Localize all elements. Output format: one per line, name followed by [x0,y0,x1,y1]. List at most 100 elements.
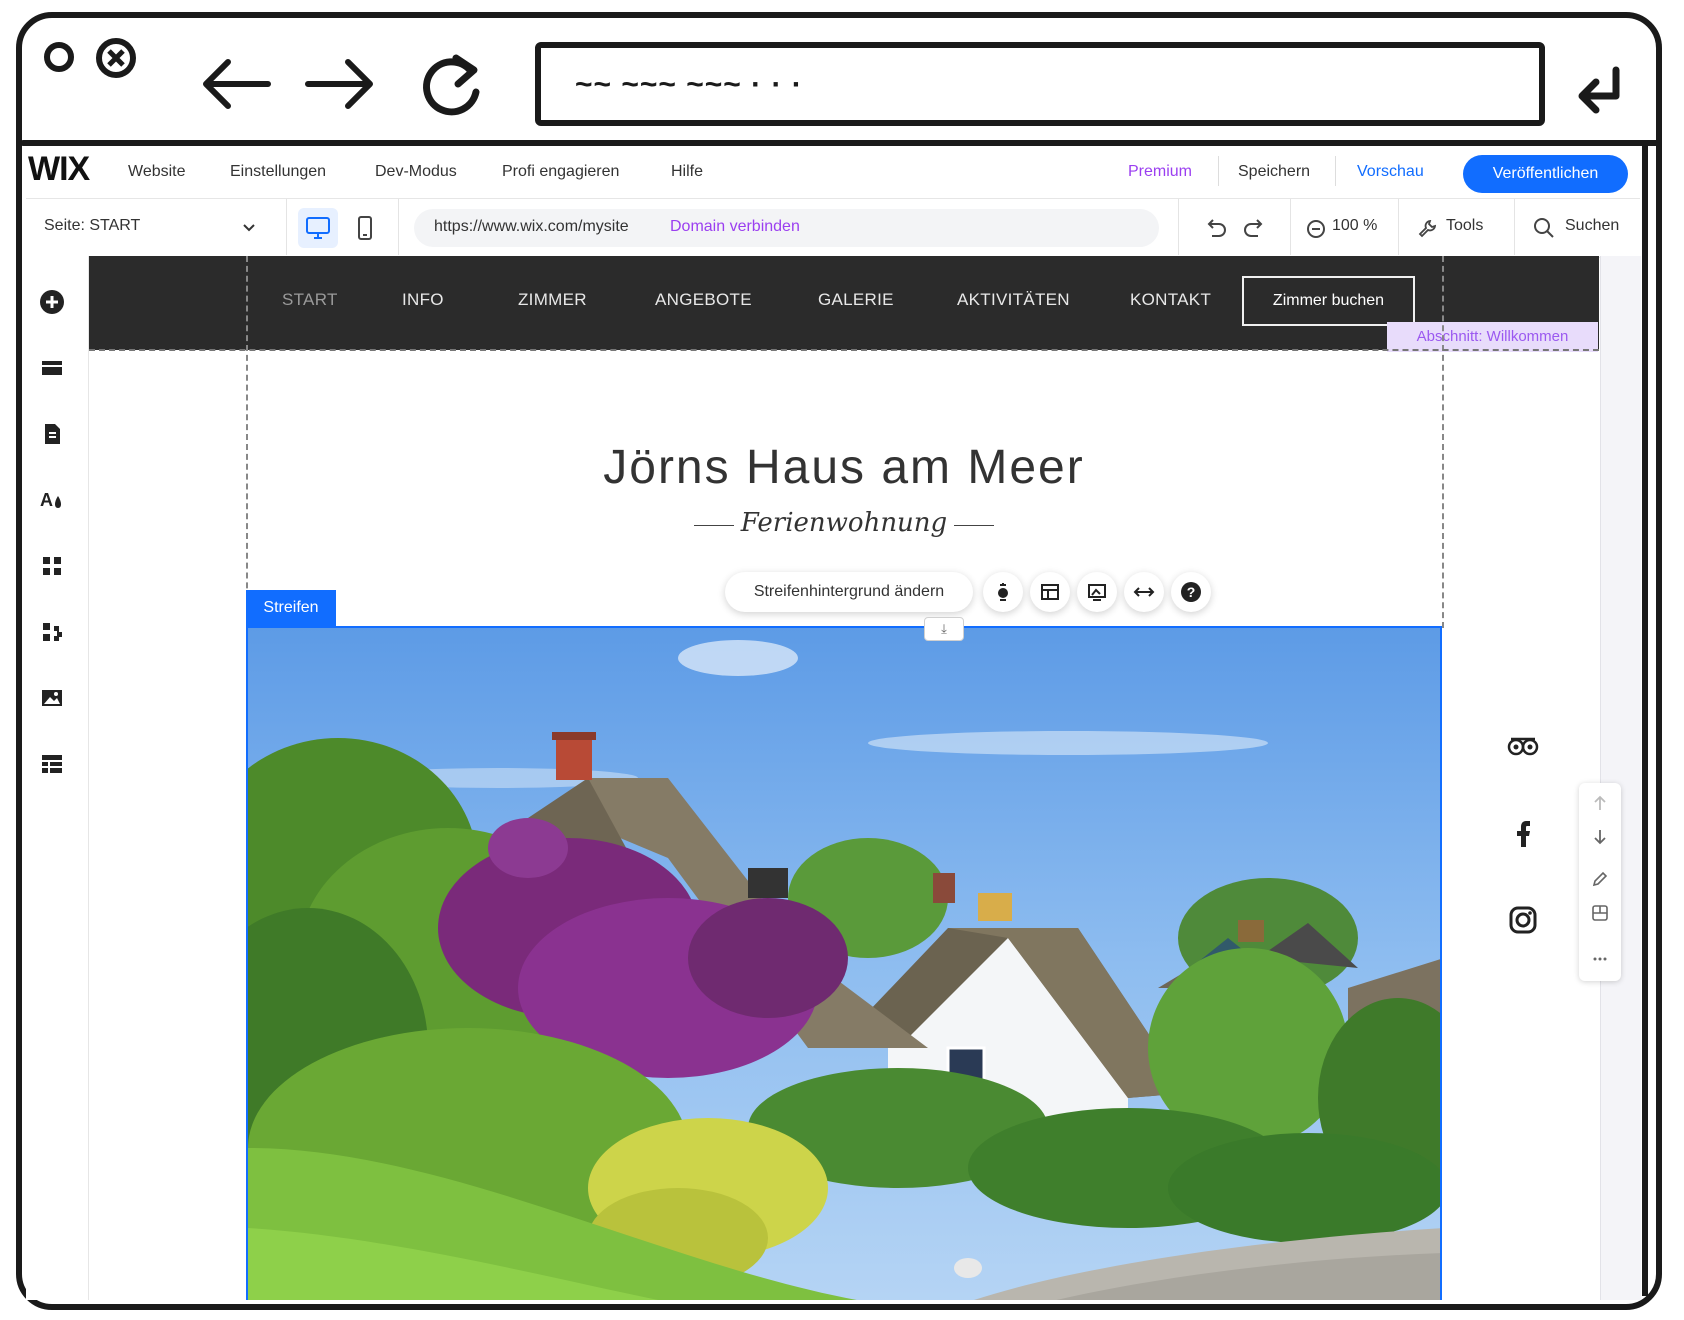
pages-button[interactable] [36,418,68,450]
business-button[interactable] [36,616,68,648]
layout-icon [1041,584,1059,600]
nav-start[interactable]: START [282,290,338,310]
menu-website[interactable]: Website [128,163,186,181]
save-button[interactable]: Speichern [1238,163,1310,181]
instagram-link[interactable] [1505,902,1541,938]
chevron-down-icon [243,224,255,232]
instagram-icon [1509,906,1537,934]
sections-icon [42,361,62,375]
search-icon-wrap[interactable] [1532,216,1556,240]
apps-button[interactable] [36,550,68,582]
wrench-icon [1418,219,1437,238]
toolbar-separator [398,199,399,255]
topbar-separator [1218,156,1219,186]
facebook-icon [1517,821,1530,847]
browser-right-rail [1642,146,1648,1296]
menu-help[interactable]: Hilfe [671,163,703,181]
design-button[interactable]: A [36,484,68,516]
publish-button[interactable]: Veröffentlichen [1463,155,1628,193]
strip-stretch-button[interactable] [1124,572,1164,612]
search-button[interactable]: Suchen [1565,217,1619,235]
desktop-icon [306,217,330,239]
arrow-up-icon [1594,795,1606,810]
more-actions-button[interactable] [1579,942,1621,976]
image-icon [42,690,62,706]
tools-button[interactable]: Tools [1446,217,1483,235]
desktop-view-toggle[interactable] [298,208,338,248]
arrow-right-icon [305,59,373,109]
strip-help-button[interactable]: ? [1171,572,1211,612]
mobile-icon [358,216,372,240]
nav-rooms[interactable]: ZIMMER [518,290,587,310]
strip-background-button[interactable] [1077,572,1117,612]
puzzle-icon [43,623,62,641]
strip-animation-button[interactable] [983,572,1023,612]
reload-icon [423,54,480,116]
topbar-separator [1335,156,1336,186]
section-label[interactable]: Abschnitt: Willkommen [1387,322,1598,352]
more-icon [1593,957,1607,961]
page-select-dropdown[interactable] [240,218,258,236]
hero-photo[interactable] [246,626,1442,1300]
strip-anchor-handle[interactable]: ⤓ [924,617,964,641]
site-url: https://www.wix.com/mysite [434,218,629,235]
edit-section-button[interactable] [1579,862,1621,896]
mobile-view-toggle[interactable] [350,208,380,248]
menu-settings[interactable]: Einstellungen [230,163,326,181]
move-up-button[interactable] [1579,786,1621,820]
section-layout-icon [1592,905,1608,921]
canvas-right-gutter [1600,256,1641,1300]
add-element-button[interactable] [36,286,68,318]
nav-activities[interactable]: AKTIVITÄTEN [957,290,1070,310]
site-title[interactable]: Jörns Haus am Meer [440,440,1248,495]
nav-contact[interactable]: KONTAKT [1130,290,1211,310]
grid-guide-right [1442,256,1444,628]
toolbar-separator [1290,199,1291,255]
page-select[interactable]: Seite: START [44,217,140,235]
theme-icon: A [40,490,61,510]
strip-layout-button[interactable] [1030,572,1070,612]
toolbar-separator [286,199,287,255]
zoom-level[interactable]: 100 % [1332,217,1377,235]
section-layout-button[interactable] [1579,896,1621,930]
section-divider-guide [89,349,1599,351]
enter-button[interactable] [1572,64,1628,116]
media-button[interactable] [36,682,68,714]
forward-button[interactable] [302,54,378,114]
arrow-left-icon [203,59,271,109]
nav-info[interactable]: INFO [402,290,444,310]
nav-offers[interactable]: ANGEBOTE [655,290,752,310]
svg-text:?: ? [1187,584,1196,600]
premium-link[interactable]: Premium [1128,163,1192,181]
book-room-button[interactable]: Zimmer buchen [1242,276,1415,326]
menu-hire-pro[interactable]: Profi engagieren [502,163,619,181]
redo-button[interactable] [1240,214,1268,242]
zoom-button[interactable] [1304,217,1328,241]
nav-gallery[interactable]: GALERIE [818,290,894,310]
pencil-icon [1592,871,1608,887]
window-minimize-button[interactable] [94,36,138,80]
site-subtitle[interactable]: Ferienwohnung [640,508,1048,538]
zoom-out-icon [1307,220,1325,238]
strip-label[interactable]: Streifen [246,590,336,626]
window-close-button[interactable] [44,42,74,72]
toolbar-separator [1514,199,1515,255]
move-down-button[interactable] [1579,820,1621,854]
cms-button[interactable] [36,748,68,780]
facebook-link[interactable] [1505,815,1541,851]
tripadvisor-link[interactable] [1505,728,1541,764]
tools-icon-wrap[interactable] [1416,216,1440,240]
change-strip-background-button[interactable]: Streifenhintergrund ändern [725,572,973,612]
connect-domain-link[interactable]: Domain verbinden [670,218,800,236]
animation-icon [998,583,1008,601]
table-icon [42,755,62,773]
reload-button[interactable] [418,50,486,122]
background-icon [1088,584,1106,601]
tripadvisor-icon [1507,737,1539,756]
sections-button[interactable] [36,352,68,384]
preview-button[interactable]: Vorschau [1357,163,1424,181]
stretch-icon [1133,587,1155,597]
undo-button[interactable] [1202,214,1230,242]
menu-dev-mode[interactable]: Dev-Modus [375,163,457,181]
back-button[interactable] [198,54,274,114]
